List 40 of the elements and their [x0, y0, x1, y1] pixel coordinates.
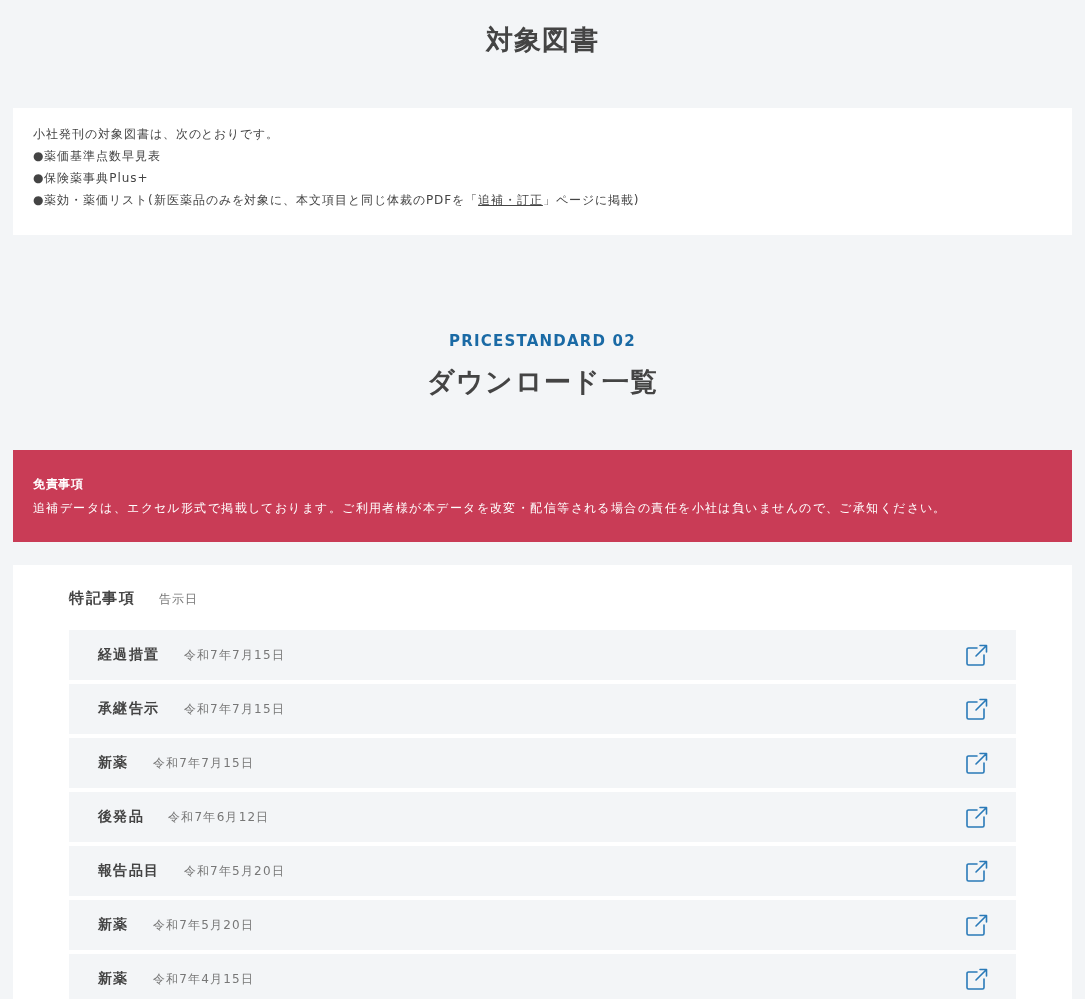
external-link-icon: [966, 751, 988, 774]
row-date: 令和7年6月12日: [168, 808, 270, 826]
row-title: 経過措置: [98, 645, 160, 664]
list-header: 特記事項: [69, 588, 135, 609]
section-label: PRICESTANDARD 02: [449, 331, 636, 352]
row-date: 令和7年4月15日: [152, 970, 255, 988]
external-link-icon: [966, 859, 988, 882]
book-item: ●薬効・薬価リスト(新医薬品のみを対象に、本文項目と同じ体裁のPDFを「追補・訂正」ページに掲載): [33, 192, 641, 208]
row-title: 新薬: [98, 753, 129, 772]
external-link-icon: [966, 805, 988, 828]
intro-text: 小社発刊の対象図書は、次のとおりです。: [33, 126, 281, 142]
row-title: 報告品目: [98, 861, 160, 880]
download-row[interactable]: 新薬 令和7年5月20日: [69, 899, 1016, 950]
row-title: 新薬: [98, 915, 129, 934]
download-row[interactable]: 新薬 令和7年7月15日: [69, 737, 1016, 788]
row-date: 令和7年5月20日: [152, 916, 255, 934]
disclaimer-title: 免責事項: [33, 476, 85, 493]
book-item: ●保険薬事典Plus+: [33, 170, 150, 186]
external-link-icon: [966, 913, 988, 936]
row-title: 承継告示: [98, 699, 160, 718]
download-row[interactable]: 後発品 令和7年6月12日: [69, 791, 1016, 842]
download-row[interactable]: 承継告示 令和7年7月15日: [69, 683, 1016, 734]
download-row[interactable]: 報告品目 令和7年5月20日: [69, 845, 1016, 896]
section-title: ダウンロード一覧: [426, 365, 659, 399]
row-date: 令和7年7月15日: [152, 754, 255, 772]
row-date: 令和7年5月20日: [183, 862, 285, 880]
row-date: 令和7年7月15日: [183, 646, 285, 664]
external-link-icon: [966, 967, 988, 990]
external-link-icon: [966, 697, 988, 720]
section-title: 対象図書: [485, 23, 600, 57]
row-title: 新薬: [98, 969, 129, 988]
row-title: 後発品: [98, 807, 145, 826]
book-item: ●薬価基準点数早見表: [33, 148, 163, 164]
row-date: 令和7年7月15日: [183, 700, 285, 718]
download-row[interactable]: 新薬 令和7年4月15日: [69, 953, 1016, 999]
disclaimer-text: 追補データは、エクセル形式で掲載しております。ご利用者様が本データを改変・配信等される場合の責任を小社は負いませんので、ご承知ください。: [33, 500, 948, 517]
external-link-icon: [966, 643, 988, 666]
corrections-link[interactable]: 追補・訂正: [478, 193, 543, 207]
list-header-date: 告示日: [159, 591, 199, 608]
download-row[interactable]: 経過措置 令和7年7月15日: [69, 629, 1016, 680]
